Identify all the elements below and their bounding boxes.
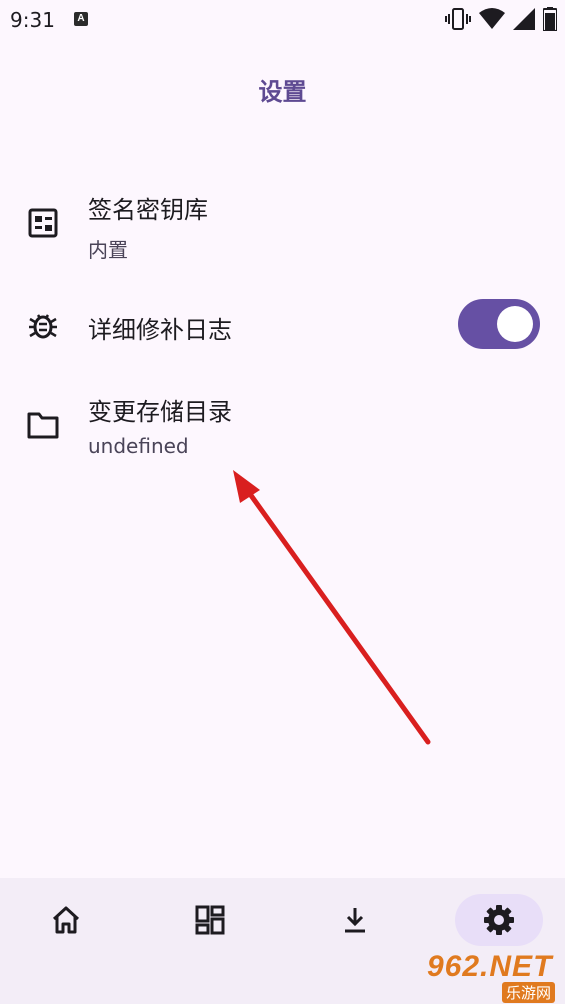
watermark-main: 962.NET [427, 950, 553, 983]
keystore-subtitle: 内置 [88, 238, 128, 262]
nav-home[interactable] [26, 894, 106, 946]
bug-icon [26, 308, 60, 342]
status-icons [445, 7, 557, 31]
nav-settings[interactable] [455, 894, 543, 946]
storage-dir-title: 变更存储目录 [88, 398, 232, 426]
storage-dir-subtitle: undefined [88, 434, 189, 458]
verbose-log-toggle[interactable] [458, 299, 540, 349]
download-icon [345, 908, 365, 933]
setting-storage-dir[interactable]: 变更存储目录 undefined [0, 380, 565, 480]
watermark-sub: 乐游网 [501, 982, 555, 1003]
vibrate-icon [445, 8, 471, 30]
folder-icon [26, 408, 60, 442]
status-time: 9:31 [10, 8, 55, 32]
nav-download[interactable] [315, 894, 395, 946]
page-title: 设置 [258, 78, 307, 106]
dashboard-icon [195, 905, 225, 935]
battery-icon [543, 7, 557, 31]
keystore-icon [26, 206, 60, 240]
wifi-icon [479, 8, 505, 29]
keystore-title: 签名密钥库 [88, 196, 208, 224]
verbose-log-title: 详细修补日志 [88, 316, 232, 344]
red-arrow-annotation [233, 470, 431, 745]
status-bar: 9:31 A [0, 0, 565, 40]
signal-icon [513, 8, 535, 30]
nav-dashboard[interactable] [170, 894, 250, 946]
notification-a-icon: A [74, 12, 88, 26]
settings-gear-icon [484, 905, 514, 935]
watermark-logo: 962.NET 乐游网 [427, 950, 559, 1003]
toggle-knob [497, 306, 533, 342]
home-icon [52, 906, 80, 934]
setting-keystore[interactable]: 签名密钥库 内置 [0, 180, 565, 280]
